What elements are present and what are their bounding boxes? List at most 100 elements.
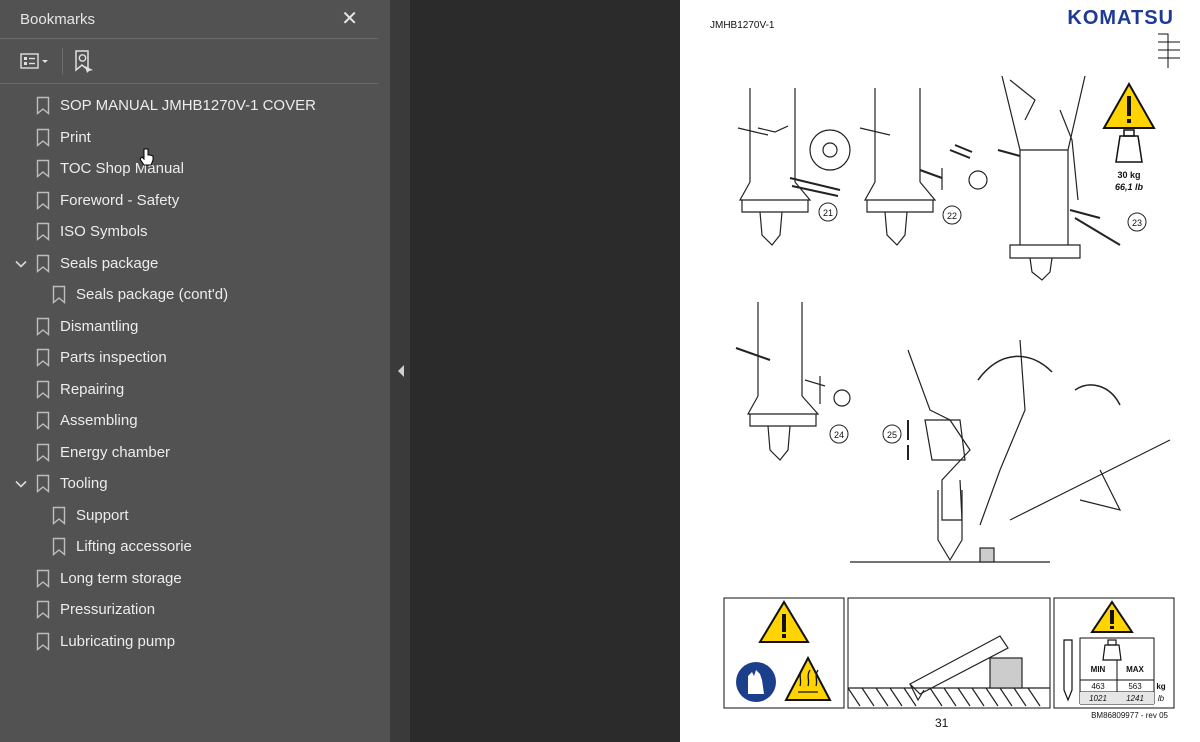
toolbar-separator — [62, 48, 63, 74]
bookmark-label: Assembling — [60, 412, 138, 430]
step-21-badge: 21 — [818, 202, 838, 222]
bookmark-label: Seals package — [60, 254, 159, 272]
bookmark-item[interactable]: Support — [0, 500, 390, 532]
table-min-lb: 1021 — [1089, 694, 1107, 703]
step-22-label: 22 — [947, 211, 957, 221]
bookmarks-panel: Bookmarks ✕ SOP MANUAL JMHB1270V-1 COVER… — [0, 0, 390, 742]
gloves-required-icon — [736, 662, 776, 702]
bookmark-icon — [36, 569, 50, 588]
step-25-label: 25 — [887, 430, 897, 440]
manual-illustrations: 21 22 23 30 kg 66,1 lb 24 25 MIN MAX 463… — [723, 33, 1180, 709]
bookmark-icon — [36, 128, 50, 147]
bookmark-label: Lifting accessorie — [76, 538, 192, 556]
bookmark-label: ISO Symbols — [60, 223, 148, 241]
step-24-label: 24 — [834, 430, 844, 440]
weight-icon — [1115, 129, 1143, 163]
bookmark-icon — [36, 223, 50, 242]
step-21-label: 21 — [823, 208, 833, 218]
bookmark-item[interactable]: Lifting accessorie — [0, 531, 390, 563]
step-23-label: 23 — [1132, 218, 1142, 228]
bookmark-icon — [36, 632, 50, 651]
bookmark-item[interactable]: Seals package (cont'd) — [0, 279, 390, 311]
mouse-cursor-icon — [139, 148, 154, 166]
bookmark-label: Support — [76, 506, 129, 524]
bookmark-item[interactable]: Energy chamber — [0, 437, 390, 469]
table-unit-lb: lb — [1158, 694, 1165, 703]
document-viewer[interactable]: JMHB1270V-1 KOMATSU 21 22 23 30 kg 66,1 … — [410, 0, 1200, 742]
document-reference: BM86809977 - rev 05 — [1091, 711, 1168, 720]
bookmark-tree: SOP MANUAL JMHB1270V-1 COVER Print TOC Sho… — [0, 84, 390, 657]
step-22-illustration — [859, 88, 988, 246]
weight-kg: 30 kg — [1117, 170, 1140, 180]
bookmark-item[interactable]: Parts inspection — [0, 342, 390, 374]
bookmark-icon — [52, 286, 66, 305]
table-max-lb: 1241 — [1126, 694, 1144, 703]
bookmark-icon — [36, 349, 50, 368]
chevron-down-icon[interactable] — [14, 477, 28, 491]
list-options-button[interactable] — [20, 51, 50, 71]
bookmark-item[interactable]: Repairing — [0, 374, 390, 406]
bookmark-icon — [36, 254, 50, 273]
collapse-panel-icon[interactable] — [398, 365, 404, 377]
table-unit-kg: kg — [1156, 682, 1165, 691]
find-bookmark-icon — [75, 50, 93, 73]
bookmark-label: Dismantling — [60, 317, 139, 335]
bookmark-item[interactable]: TOC Shop Manual — [0, 153, 390, 185]
bookmark-item[interactable]: ISO Symbols — [0, 216, 390, 248]
bookmark-item[interactable]: Long term storage — [0, 563, 390, 595]
bookmark-icon — [36, 412, 50, 431]
bookmark-label: Seals package (cont'd) — [76, 286, 229, 304]
bookmark-item[interactable]: Tooling — [0, 468, 390, 500]
bookmark-icon — [52, 506, 66, 525]
step-23-illustration — [997, 75, 1121, 281]
table-header-max: MAX — [1126, 665, 1144, 674]
bookmark-label: SOP MANUAL JMHB1270V-1 COVER — [60, 97, 316, 115]
bookmark-icon — [36, 191, 50, 210]
bookmark-label: Print — [60, 128, 91, 146]
bookmark-label: Parts inspection — [60, 349, 167, 367]
list-options-icon — [20, 53, 48, 69]
bookmark-item[interactable]: Dismantling — [0, 311, 390, 343]
brand-emblem-icon — [1158, 33, 1180, 68]
step-24-badge: 24 — [829, 424, 849, 444]
panel-header: Bookmarks ✕ — [0, 0, 378, 39]
panel-title: Bookmarks — [20, 10, 96, 28]
bookmark-item[interactable]: Print — [0, 122, 390, 154]
bookmark-icon — [36, 443, 50, 462]
step-23-badge: 23 — [1127, 212, 1147, 232]
bookmark-item[interactable]: SOP MANUAL JMHB1270V-1 COVER — [0, 90, 390, 122]
find-bookmark-button[interactable] — [73, 49, 95, 73]
bookmark-item[interactable]: Seals package — [0, 248, 390, 280]
panel-splitter[interactable] — [390, 0, 410, 742]
bookmark-item[interactable]: Foreword - Safety — [0, 185, 390, 217]
bookmark-icon — [36, 475, 50, 494]
bookmarks-toolbar — [0, 39, 378, 84]
bookmark-label: Repairing — [60, 380, 125, 398]
step-21-illustration — [737, 88, 851, 246]
bookmark-icon — [36, 317, 50, 336]
bookmark-label: Energy chamber — [60, 443, 171, 461]
table-header-min: MIN — [1091, 665, 1106, 674]
bookmark-item[interactable]: Pressurization — [0, 594, 390, 626]
document-page: JMHB1270V-1 KOMATSU 21 22 23 30 kg 66,1 … — [680, 0, 1200, 742]
table-max-kg: 563 — [1128, 682, 1142, 691]
bookmark-icon — [36, 601, 50, 620]
close-icon[interactable]: ✕ — [341, 9, 358, 29]
chevron-down-icon[interactable] — [14, 257, 28, 271]
bookmark-item[interactable]: Assembling — [0, 405, 390, 437]
bookmark-icon — [52, 538, 66, 557]
step-22-badge: 22 — [942, 205, 962, 225]
warning-triangle-icon — [1102, 81, 1156, 129]
bookmark-label: Pressurization — [60, 601, 156, 619]
bookmark-item[interactable]: Lubricating pump — [0, 626, 390, 658]
table-min-kg: 463 — [1091, 682, 1105, 691]
bookmark-label: Lubricating pump — [60, 632, 176, 650]
bookmark-label: TOC Shop Manual — [60, 160, 184, 178]
step-25-illustration — [850, 339, 1171, 563]
bookmark-icon — [36, 380, 50, 399]
page-number: 31 — [935, 716, 949, 730]
step-25-badge: 25 — [882, 424, 902, 444]
bookmark-icon — [36, 160, 50, 179]
bookmark-label: Long term storage — [60, 569, 182, 587]
bookmark-label: Tooling — [60, 475, 108, 493]
